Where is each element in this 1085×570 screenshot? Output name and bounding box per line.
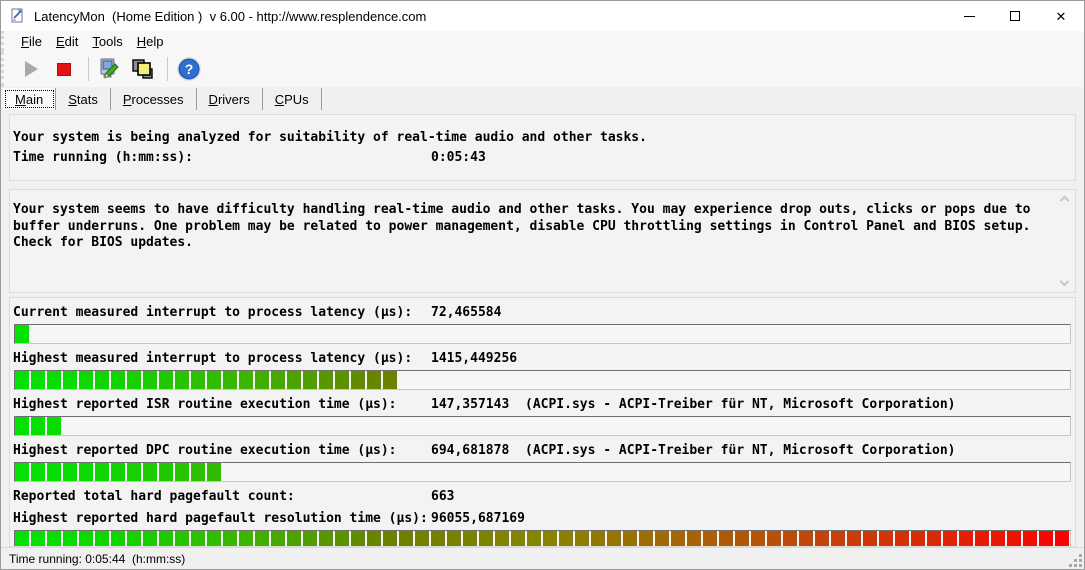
toolbar-separator bbox=[88, 57, 89, 81]
latency-bar bbox=[14, 324, 1071, 344]
maximize-button[interactable] bbox=[992, 1, 1038, 31]
metric-label: Current measured interrupt to process la… bbox=[13, 305, 431, 320]
latency-bar bbox=[14, 370, 1071, 390]
metric-value: 96055,687169 bbox=[431, 511, 525, 526]
menu-bar: FileEditToolsHelp bbox=[1, 31, 1084, 51]
metric-value: 663 bbox=[431, 489, 513, 504]
toolbar-separator bbox=[167, 57, 168, 81]
minimize-button[interactable] bbox=[946, 1, 992, 31]
maximize-icon bbox=[1010, 11, 1020, 21]
close-icon: ✕ bbox=[1056, 10, 1067, 23]
title-bar: LatencyMon (Home Edition ) v 6.00 - http… bbox=[1, 1, 1084, 31]
scroll-up-icon[interactable] bbox=[1060, 196, 1070, 206]
tab-drivers[interactable]: Drivers bbox=[197, 88, 263, 110]
tab-bar: MainStatsProcessesDriversCPUs bbox=[1, 87, 1084, 111]
latency-bar bbox=[14, 530, 1071, 547]
stop-monitor-button[interactable] bbox=[49, 54, 79, 84]
latencymon-window: LatencyMon (Home Edition ) v 6.00 - http… bbox=[0, 0, 1085, 570]
start-monitor-button[interactable] bbox=[16, 54, 46, 84]
metric-row: Reported total hard pagefault count:663 bbox=[13, 489, 1072, 504]
metric-row: Current measured interrupt to process la… bbox=[13, 305, 1072, 320]
metric-value: 72,465584 bbox=[431, 305, 513, 320]
play-icon bbox=[25, 61, 38, 77]
time-running-label: Time running (h:mm:ss): bbox=[13, 148, 431, 168]
menu-tools[interactable]: Tools bbox=[85, 33, 129, 50]
tab-processes[interactable]: Processes bbox=[111, 88, 197, 110]
menu-file[interactable]: File bbox=[14, 33, 49, 50]
analysis-status-panel: Your system is being analyzed for suitab… bbox=[9, 114, 1076, 181]
time-running-value: 0:05:43 bbox=[431, 148, 486, 168]
analyze-settings-button[interactable] bbox=[95, 54, 125, 84]
metrics-panel: Current measured interrupt to process la… bbox=[9, 297, 1076, 547]
statusbar-time-running: Time running: 0:05:44 (h:mm:ss) bbox=[9, 552, 185, 566]
advice-text: Your system seems to have difficulty han… bbox=[13, 202, 1030, 250]
close-button[interactable]: ✕ bbox=[1038, 1, 1084, 31]
metric-label: Reported total hard pagefault count: bbox=[13, 489, 431, 504]
tab-main[interactable]: Main bbox=[3, 88, 56, 110]
latency-bar bbox=[14, 462, 1071, 482]
help-button[interactable]: ? bbox=[174, 54, 204, 84]
menu-help[interactable]: Help bbox=[130, 33, 171, 50]
metric-row: Highest measured interrupt to process la… bbox=[13, 351, 1072, 366]
advice-scrollbar[interactable] bbox=[1057, 191, 1074, 291]
metric-driver-info: (ACPI.sys - ACPI-Treiber für NT, Microso… bbox=[513, 397, 955, 412]
metric-label: Highest reported DPC routine execution t… bbox=[13, 443, 431, 458]
monitor-pen-icon bbox=[98, 57, 122, 81]
app-icon bbox=[10, 8, 26, 24]
minimize-icon bbox=[964, 16, 975, 17]
metric-value: 147,357143 bbox=[431, 397, 513, 412]
analysis-status-text: Your system is being analyzed for suitab… bbox=[13, 128, 647, 148]
metric-value: 694,681878 bbox=[431, 443, 513, 458]
metric-value: 1415,449256 bbox=[431, 351, 517, 366]
tab-stats[interactable]: Stats bbox=[56, 88, 111, 110]
stop-icon bbox=[57, 63, 71, 76]
resize-grip-icon[interactable] bbox=[1069, 554, 1082, 567]
menu-edit[interactable]: Edit bbox=[49, 33, 85, 50]
main-tab-content: Your system is being analyzed for suitab… bbox=[1, 111, 1084, 547]
tab-cpus[interactable]: CPUs bbox=[263, 88, 322, 110]
advice-panel: Your system seems to have difficulty han… bbox=[9, 189, 1076, 293]
stacked-windows-icon bbox=[131, 57, 155, 81]
stacked-windows-button[interactable] bbox=[128, 54, 158, 84]
metric-label: Highest reported ISR routine execution t… bbox=[13, 397, 431, 412]
svg-text:?: ? bbox=[185, 61, 194, 77]
metric-label: Highest reported hard pagefault resoluti… bbox=[13, 511, 431, 526]
metric-label: Highest measured interrupt to process la… bbox=[13, 351, 431, 366]
metric-row: Highest reported DPC routine execution t… bbox=[13, 443, 1072, 458]
metric-row: Highest reported ISR routine execution t… bbox=[13, 397, 1072, 412]
window-title: LatencyMon (Home Edition ) v 6.00 - http… bbox=[34, 9, 946, 24]
latency-bar bbox=[14, 416, 1071, 436]
scroll-down-icon[interactable] bbox=[1060, 277, 1070, 287]
metric-row: Highest reported hard pagefault resoluti… bbox=[13, 511, 1072, 526]
toolbar: ? bbox=[1, 51, 1084, 87]
metric-driver-info: (ACPI.sys - ACPI-Treiber für NT, Microso… bbox=[513, 443, 955, 458]
help-icon: ? bbox=[176, 56, 202, 82]
status-bar: Time running: 0:05:44 (h:mm:ss) bbox=[1, 547, 1084, 569]
